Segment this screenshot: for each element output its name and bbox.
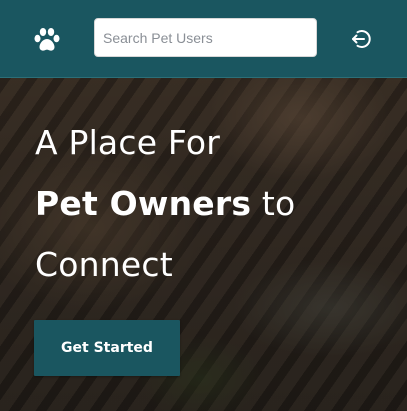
hero-heading: A Place For Pet Owners to Connect xyxy=(35,112,385,295)
logout-icon[interactable] xyxy=(349,27,373,51)
get-started-button[interactable]: Get Started xyxy=(34,320,180,376)
hero-section: A Place For Pet Owners to Connect Get St… xyxy=(0,78,407,411)
search-input[interactable] xyxy=(94,18,317,57)
hero-heading-line1: A Place For xyxy=(35,123,221,162)
top-navbar xyxy=(0,0,407,78)
hero-heading-emphasis: Pet Owners xyxy=(35,184,252,223)
hero-heading-line3: Connect xyxy=(35,245,173,284)
hero-heading-line2-rest: to xyxy=(251,184,296,223)
paw-icon[interactable] xyxy=(32,25,62,55)
